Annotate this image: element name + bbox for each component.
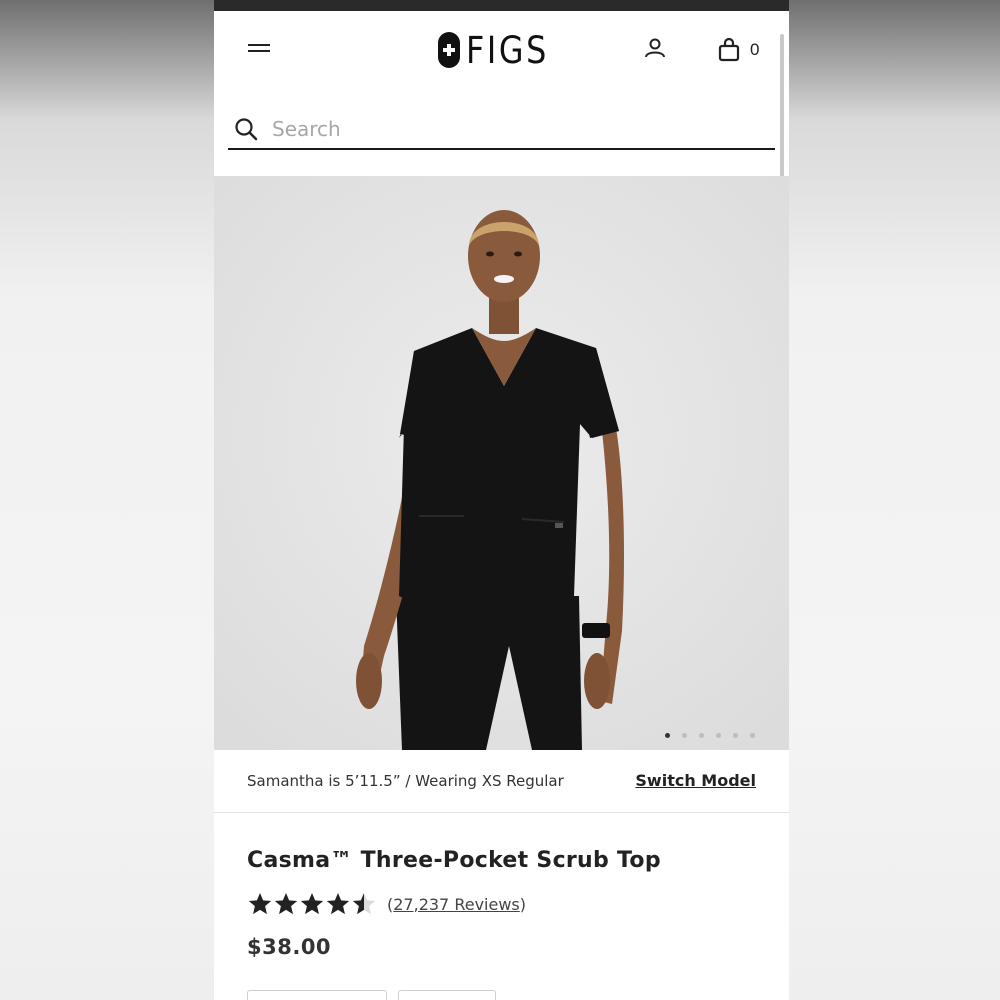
brand-name: FIGS bbox=[466, 28, 549, 72]
brand-logo[interactable]: FIGS bbox=[438, 28, 562, 72]
star-rating bbox=[247, 891, 377, 917]
carousel-dot[interactable] bbox=[750, 733, 755, 738]
option-button[interactable] bbox=[398, 990, 496, 1000]
menu-icon[interactable] bbox=[248, 40, 272, 60]
search-icon bbox=[235, 118, 258, 141]
option-button[interactable] bbox=[247, 990, 387, 1000]
switch-model-link[interactable]: Switch Model bbox=[635, 771, 756, 790]
star-icon bbox=[274, 892, 298, 915]
product-rating: (27,237 Reviews) bbox=[247, 891, 526, 917]
figs-logo-icon bbox=[438, 32, 460, 68]
reviews-count: (27,237 Reviews) bbox=[387, 894, 526, 914]
carousel-dot[interactable] bbox=[716, 733, 721, 738]
carousel-dot[interactable] bbox=[699, 733, 704, 738]
cart-button[interactable]: 0 bbox=[718, 36, 759, 64]
star-icon bbox=[300, 892, 324, 915]
carousel-dot[interactable] bbox=[733, 733, 738, 738]
product-photo bbox=[214, 176, 789, 750]
product-price: $38.00 bbox=[247, 935, 332, 959]
mobile-page: FIGS 0 Search Samantha is 5’11.5” / Wear… bbox=[214, 0, 789, 1000]
status-strip bbox=[214, 0, 789, 11]
star-icon bbox=[352, 892, 376, 915]
star-icon bbox=[248, 892, 272, 915]
carousel-dots[interactable] bbox=[665, 733, 767, 738]
product-title: Casma™ Three-Pocket Scrub Top bbox=[247, 848, 661, 873]
model-info-bar: Samantha is 5’11.5” / Wearing XS Regular… bbox=[214, 750, 789, 813]
product-image-carousel[interactable] bbox=[214, 176, 789, 750]
search-bar[interactable] bbox=[228, 110, 775, 150]
cart-count: 0 bbox=[750, 40, 760, 59]
search-input[interactable] bbox=[270, 116, 754, 142]
carousel-dot[interactable] bbox=[665, 733, 670, 738]
carousel-dot[interactable] bbox=[682, 733, 687, 738]
model-info: Samantha is 5’11.5” / Wearing XS Regular bbox=[247, 772, 564, 790]
account-icon[interactable] bbox=[643, 36, 667, 60]
star-icon bbox=[326, 892, 350, 915]
bag-icon bbox=[718, 38, 740, 62]
reviews-link[interactable]: 27,237 Reviews bbox=[393, 895, 520, 914]
